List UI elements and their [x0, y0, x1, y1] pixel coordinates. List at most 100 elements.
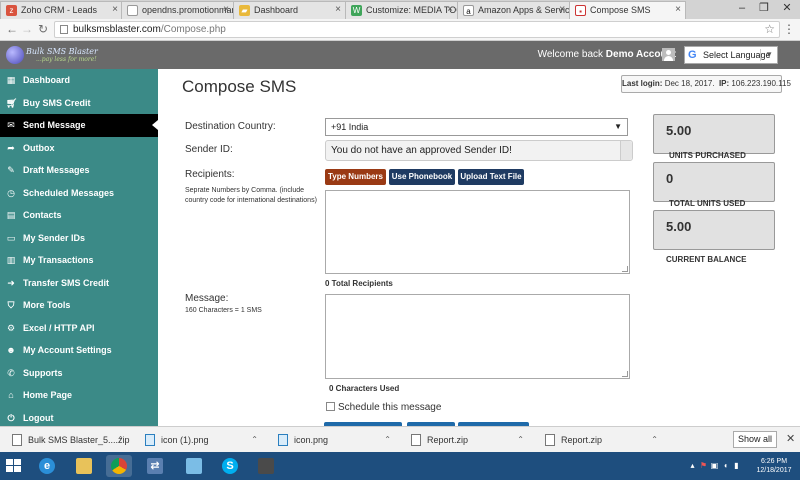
close-downloads-icon[interactable]: ✕ [786, 432, 795, 445]
sidebar-item-transfer-sms-credit[interactable]: ➜ Transfer SMS Credit [0, 272, 158, 295]
restore-window-icon[interactable]: ❐ [755, 0, 773, 17]
browser-tab[interactable]: ▰ Dashboard × [233, 1, 346, 19]
close-tab-icon[interactable]: × [559, 4, 565, 15]
sender-id-dropdown[interactable] [620, 141, 632, 160]
close-tab-icon[interactable]: × [223, 4, 229, 15]
close-window-icon[interactable]: ✕ [778, 0, 796, 17]
use-phonebook-button[interactable]: Use Phonebook [389, 169, 455, 185]
download-item[interactable]: icon (1).png ⌃ [145, 433, 258, 447]
close-tab-icon[interactable]: × [447, 4, 453, 15]
resize-handle[interactable] [622, 266, 628, 272]
schedule-checkbox[interactable] [326, 402, 335, 411]
zoho-icon: z [6, 5, 17, 16]
reload-icon[interactable]: ↻ [36, 22, 50, 36]
upload-text-file-button[interactable]: Upload Text File [458, 169, 524, 185]
stat-clip: 0 TOTAL UNITS USED [652, 161, 778, 207]
page-info-icon[interactable] [60, 25, 68, 34]
sidebar-item-send-message[interactable]: ✉ Send Message [0, 114, 158, 137]
system-clock[interactable]: 6:26 PM 12/18/2017 [752, 457, 796, 475]
forward-icon[interactable]: → [20, 22, 34, 36]
app-icon[interactable] [181, 455, 207, 477]
downloads-shelf: Bulk SMS Blaster_5....zip ⌃ icon (1).png… [0, 426, 800, 452]
volume-icon[interactable]: ◖ [721, 460, 730, 471]
user-avatar-icon[interactable] [662, 48, 675, 61]
logo-brand: Bulk SMS Blaster [26, 47, 98, 56]
site-logo[interactable]: Bulk SMS Blaster ...pay less for more! [6, 46, 98, 66]
sidebar-item-more-tools[interactable]: ⛉ More Tools [0, 294, 158, 317]
browser-tab-active[interactable]: ▪ Compose SMS × [569, 1, 686, 19]
clock-date: 12/18/2017 [756, 467, 792, 474]
envelope-icon: ✉ [7, 120, 15, 130]
sidebar-item-scheduled-messages[interactable]: ◷ Scheduled Messages [0, 182, 158, 205]
sidebar-item-supports[interactable]: ✆ Supports [0, 362, 158, 385]
type-numbers-button[interactable]: Type Numbers [325, 169, 386, 185]
browser-tab[interactable]: z Zoho CRM - Leads × [0, 1, 123, 19]
chrome-icon[interactable] [106, 455, 132, 477]
units-purchased-label: UNITS PURCHASED [669, 151, 746, 159]
network-icon[interactable]: ⇄ [142, 455, 168, 477]
chevron-up-icon[interactable]: ⌃ [117, 433, 124, 447]
last-login-info: Last login: Dec 18, 2017. IP: 106.223.19… [621, 75, 791, 93]
resize-handle[interactable] [622, 371, 628, 377]
transactions-icon: ▥ [6, 255, 16, 265]
browser-tab[interactable]: a Amazon Apps & Services × [457, 1, 570, 19]
bookmark-star-icon[interactable]: ☆ [764, 22, 775, 37]
browser-tab[interactable]: opendns.promotionmarke × [121, 1, 234, 19]
sidebar-item-my-account-settings[interactable]: ☻ My Account Settings [0, 339, 158, 362]
language-select[interactable]: G Select Language ▼ [684, 46, 778, 64]
sender-id-field[interactable]: You do not have an approved Sender ID! [325, 140, 633, 161]
close-tab-icon[interactable]: × [335, 4, 341, 15]
total-units-used-box: 0 TOTAL UNITS USED [653, 162, 775, 207]
schedule-option[interactable]: Schedule this message [326, 402, 441, 413]
sidebar-item-my-transactions[interactable]: ▥ My Transactions [0, 249, 158, 272]
chevron-up-icon[interactable]: ⌃ [251, 433, 258, 447]
destination-country-label: Destination Country: [185, 121, 276, 132]
chevron-down-icon: ▼ [765, 50, 773, 59]
amazon-icon: a [463, 5, 474, 16]
sidebar-item-home-page[interactable]: ⌂ Home Page [0, 384, 158, 407]
sidebar-item-draft-messages[interactable]: ✎ Draft Messages [0, 159, 158, 182]
sidebar-item-label: Home Page [23, 390, 73, 400]
show-all-downloads-button[interactable]: Show all [733, 431, 777, 448]
power-icon: ⏻ [7, 412, 15, 423]
download-item[interactable]: icon.png ⌃ [278, 433, 391, 447]
sidebar-item-buy-sms-credit[interactable]: 🛒︎ Buy SMS Credit [0, 92, 158, 115]
sidebar-item-dashboard[interactable]: ▦ Dashboard [0, 69, 158, 92]
browser-tab-label: Compose SMS [590, 5, 651, 15]
sidebar-item-contacts[interactable]: ▤ Contacts [0, 204, 158, 227]
current-balance-label: CURRENT BALANCE [666, 255, 747, 264]
network-status-icon[interactable]: ▮ [732, 460, 741, 471]
sidebar-item-excel-http-api[interactable]: ⚙ Excel / HTTP API [0, 317, 158, 340]
recipients-textarea[interactable] [325, 190, 630, 274]
address-bar: ← → ↻ bulksmsblaster.com/Compose.php ☆ ⋮ [0, 19, 800, 41]
sidebar-item-logout[interactable]: ⏻ Logout [0, 407, 158, 427]
skype-icon[interactable]: S [217, 455, 243, 477]
windows-start-icon[interactable] [6, 459, 22, 473]
back-icon[interactable]: ← [5, 22, 19, 36]
url-input[interactable]: bulksmsblaster.com/Compose.php ☆ [54, 21, 780, 38]
download-item[interactable]: Report.zip ⌃ [545, 433, 658, 447]
sidebar-item-outbox[interactable]: ➦ Outbox [0, 137, 158, 160]
taskbar-app-icon[interactable] [253, 455, 279, 477]
message-textarea[interactable] [325, 294, 630, 379]
minimize-window-icon[interactable]: – [733, 0, 751, 17]
close-tab-icon[interactable]: × [112, 4, 118, 15]
chevron-up-icon[interactable]: ⌃ [651, 433, 658, 447]
destination-country-select[interactable]: +91 India ▼ [325, 118, 628, 136]
welcome-message: Welcome back Demo Account [538, 49, 676, 60]
chevron-up-icon[interactable]: ⌃ [384, 433, 391, 447]
browser-tab[interactable]: W Customize: MEDIA TOOL × [345, 1, 458, 19]
close-tab-icon[interactable]: × [675, 4, 681, 15]
download-item[interactable]: Bulk SMS Blaster_5....zip ⌃ [12, 433, 130, 447]
sidebar-item-my-sender-ids[interactable]: ▭ My Sender IDs [0, 227, 158, 250]
browser-tab-label: opendns.promotionmarke [142, 5, 233, 15]
tray-expand-icon[interactable]: ▴ [688, 460, 697, 471]
tray-warning-icon[interactable]: ⚑ [699, 460, 708, 471]
internet-explorer-icon[interactable]: e [34, 455, 60, 477]
file-explorer-icon[interactable] [71, 455, 97, 477]
download-item[interactable]: Report.zip ⌃ [411, 433, 524, 447]
chevron-up-icon[interactable]: ⌃ [517, 433, 524, 447]
tray-app-icon[interactable]: ▣ [710, 460, 719, 471]
sidebar-item-label: Logout [23, 412, 54, 423]
browser-menu-icon[interactable]: ⋮ [783, 23, 795, 35]
